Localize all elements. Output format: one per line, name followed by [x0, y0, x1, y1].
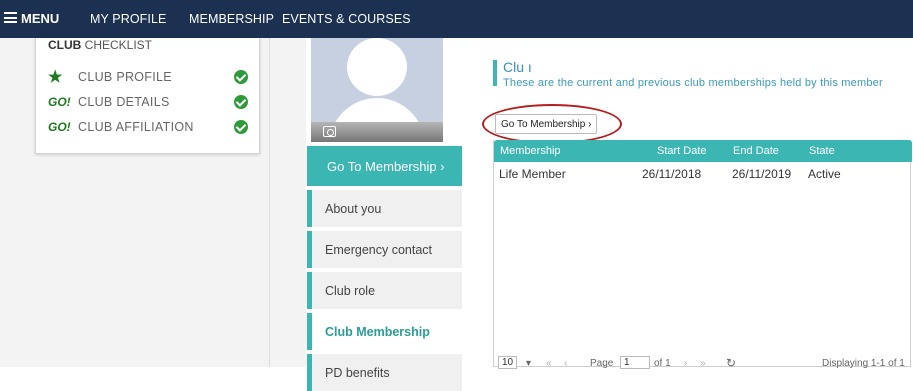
- next-page-icon[interactable]: ›: [684, 358, 687, 369]
- last-page-icon[interactable]: »: [700, 358, 706, 369]
- checklist-title: CLUB CHECKLIST: [48, 38, 153, 52]
- page-subtitle: These are the current and previous club …: [503, 77, 883, 89]
- sidebar-item-emergency-contact[interactable]: Emergency contact: [307, 231, 462, 268]
- cell-start-date: 26/11/2018: [642, 167, 702, 181]
- profile-side-menu: Go To Membership › About you Emergency c…: [307, 146, 462, 391]
- sidebar-item-club-role[interactable]: Club role: [307, 272, 462, 309]
- camera-icon[interactable]: [323, 126, 336, 137]
- nav-events-courses[interactable]: EVENTS & COURSES: [282, 12, 411, 26]
- page-size-select[interactable]: 10: [498, 356, 518, 369]
- displaying-count: Displaying 1-1 of 1: [822, 358, 905, 369]
- checklist-item-club-affiliation[interactable]: GO! CLUB AFFILIATION: [48, 118, 248, 136]
- checklist-item-label: CLUB PROFILE: [78, 70, 172, 84]
- column-header-state[interactable]: State: [809, 145, 835, 157]
- checklist-item-club-profile[interactable]: ★ CLUB PROFILE: [48, 68, 248, 86]
- column-header-end-date[interactable]: End Date: [733, 145, 779, 157]
- grid-header: Membership Start Date End Date State: [494, 140, 912, 162]
- star-icon: ★: [48, 69, 63, 86]
- chevron-down-icon: ▾: [526, 358, 532, 369]
- cell-end-date: 26/11/2019: [732, 167, 792, 181]
- checklist-item-club-details[interactable]: GO! CLUB DETAILS: [48, 93, 248, 111]
- column-gutter: [270, 38, 306, 367]
- heading-accent-bar: [493, 60, 497, 86]
- cell-state: Active: [808, 167, 841, 181]
- nav-my-profile[interactable]: MY PROFILE: [90, 12, 166, 26]
- sidebar-item-pd-benefits[interactable]: PD benefits: [307, 354, 462, 391]
- column-header-membership[interactable]: Membership: [500, 145, 561, 157]
- hamburger-icon: [4, 12, 17, 23]
- check-circle-icon: [234, 70, 248, 84]
- go-to-membership-sidebar-button[interactable]: Go To Membership ›: [307, 146, 462, 186]
- nav-membership[interactable]: MEMBERSHIP: [189, 12, 274, 26]
- prev-page-icon[interactable]: ‹: [564, 358, 567, 369]
- go-icon: GO!: [48, 120, 71, 134]
- club-checklist-card: CLUB CHECKLIST ★ CLUB PROFILE GO! CLUB D…: [35, 38, 260, 154]
- membership-grid: Membership Start Date End Date State Lif…: [493, 140, 912, 370]
- go-icon: GO!: [48, 95, 71, 109]
- top-nav-bar: MENU MY PROFILE MEMBERSHIP EVENTS & COUR…: [0, 0, 913, 38]
- avatar-head: [347, 38, 407, 96]
- check-circle-icon: [234, 120, 248, 134]
- sidebar-item-about-you[interactable]: About you: [307, 190, 462, 227]
- refresh-icon[interactable]: ↻: [726, 356, 736, 370]
- check-circle-icon: [234, 95, 248, 109]
- menu-label: MENU: [21, 11, 60, 26]
- checklist-item-label: CLUB AFFILIATION: [78, 120, 194, 134]
- annotation-circle: [482, 104, 622, 144]
- page-title: Clu ı: [503, 59, 532, 75]
- page-count: of 1: [654, 358, 671, 369]
- cell-membership: Life Member: [499, 167, 566, 181]
- first-page-icon[interactable]: «: [546, 358, 552, 369]
- page-label: Page: [590, 358, 614, 369]
- profile-avatar[interactable]: [311, 38, 443, 142]
- column-header-start-date[interactable]: Start Date: [657, 145, 707, 157]
- sidebar-item-club-membership[interactable]: Club Membership: [307, 313, 462, 350]
- page-number-input[interactable]: 1: [620, 356, 650, 369]
- checklist-item-label: CLUB DETAILS: [78, 95, 170, 109]
- menu-button[interactable]: MENU: [4, 0, 59, 38]
